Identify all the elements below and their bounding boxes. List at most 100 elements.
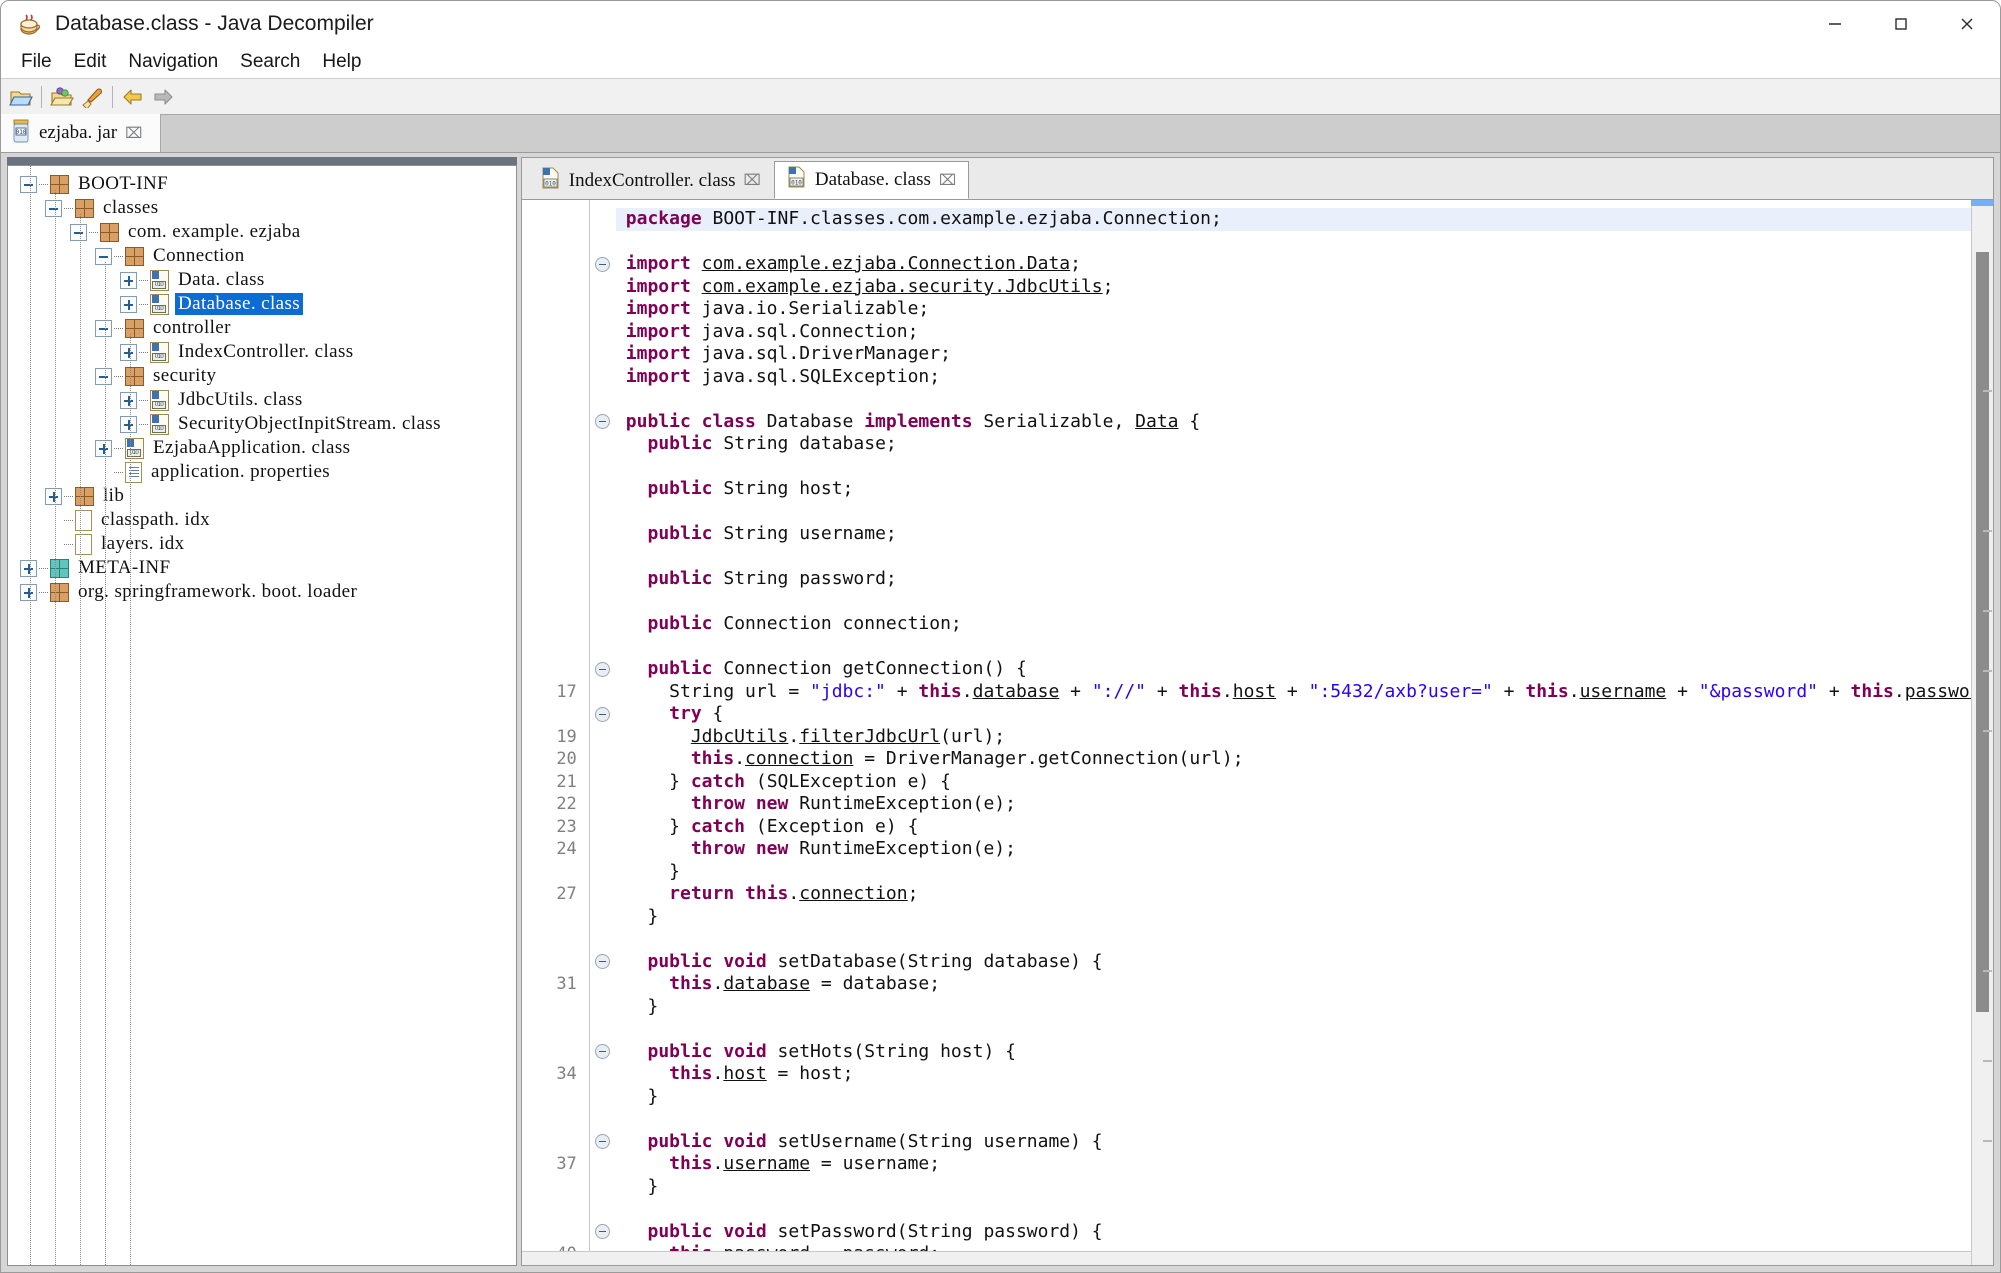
tree-node-lib[interactable]: lib	[8, 484, 516, 508]
open-file-icon[interactable]	[6, 82, 36, 112]
vertical-scrollbar[interactable]	[1971, 200, 1993, 1265]
tree-node-classpath-idx[interactable]: classpath. idx	[8, 508, 516, 532]
tree-node-classes[interactable]: classes	[8, 196, 516, 220]
fold-collapse-icon[interactable]	[590, 1131, 616, 1154]
tree-node-ezjabaapplication-class[interactable]: 010 EzjabaApplication. class	[8, 436, 516, 460]
code-line[interactable]	[616, 1198, 1993, 1221]
tree-node-com-example-ezjaba[interactable]: com. example. ezjaba	[8, 220, 516, 244]
code-line[interactable]: import java.sql.SQLException;	[616, 366, 1993, 389]
code-line[interactable]: this.username = username;	[616, 1153, 1993, 1176]
tree-expand-icon[interactable]	[20, 559, 37, 577]
tree-node-database-class[interactable]: 010 Database. class	[8, 292, 516, 316]
fold-collapse-icon[interactable]	[590, 411, 616, 434]
tree-node-indexcontroller-class[interactable]: 010 IndexController. class	[8, 340, 516, 364]
menu-item-search[interactable]: Search	[229, 49, 311, 75]
wand-icon[interactable]	[77, 82, 107, 112]
tree-node-security[interactable]: security	[8, 364, 516, 388]
code-line[interactable]: } catch (Exception e) {	[616, 816, 1993, 839]
menu-item-file[interactable]: File	[10, 49, 63, 75]
code-line[interactable]: import java.sql.Connection;	[616, 321, 1993, 344]
code-line[interactable]: public void setUsername(String username)…	[616, 1131, 1993, 1154]
code-line[interactable]	[616, 388, 1993, 411]
horizontal-scrollbar[interactable]	[521, 1251, 1971, 1265]
code-line[interactable]	[616, 231, 1993, 254]
code-line[interactable]: public String password;	[616, 568, 1993, 591]
tree-collapse-icon[interactable]	[95, 367, 112, 385]
code-line[interactable]: import com.example.ezjaba.security.JdbcU…	[616, 276, 1993, 299]
code-line[interactable]	[616, 501, 1993, 524]
minimize-button[interactable]	[1802, 1, 1868, 46]
tree-collapse-icon[interactable]	[95, 319, 112, 337]
vertical-scrollbar-thumb[interactable]	[1976, 252, 1989, 1012]
menu-item-navigation[interactable]: Navigation	[117, 49, 229, 75]
forward-arrow-icon[interactable]	[148, 82, 178, 112]
tree-expand-icon[interactable]	[120, 271, 137, 289]
editor-tab-close-icon[interactable]: ⌧	[939, 171, 956, 190]
code-line[interactable]: public void setPassword(String password)…	[616, 1221, 1993, 1244]
editor-tab-database-class[interactable]: 010 Database. class ⌧	[773, 161, 970, 199]
code-line[interactable]: this.connection = DriverManager.getConne…	[616, 748, 1993, 771]
tree-collapse-icon[interactable]	[95, 247, 112, 265]
code-line[interactable]	[616, 1018, 1993, 1041]
code-line[interactable]: import com.example.ezjaba.Connection.Dat…	[616, 253, 1993, 276]
tree-collapse-icon[interactable]	[70, 223, 87, 241]
code-line[interactable]: }	[616, 1176, 1993, 1199]
tree-node-jdbcutils-class[interactable]: 010 JdbcUtils. class	[8, 388, 516, 412]
code-line[interactable]: return this.connection;	[616, 883, 1993, 906]
fold-collapse-icon[interactable]	[590, 1041, 616, 1064]
maximize-button[interactable]	[1868, 1, 1934, 46]
jar-tab-close-icon[interactable]: ⌧	[125, 124, 142, 142]
code-line[interactable]	[616, 591, 1993, 614]
code-line[interactable]: public String username;	[616, 523, 1993, 546]
code-line[interactable]: public Connection getConnection() {	[616, 658, 1993, 681]
fold-collapse-icon[interactable]	[590, 253, 616, 276]
editor-tab-indexcontroller-class[interactable]: 010 IndexController. class ⌧	[527, 161, 774, 199]
code-line[interactable]: import java.io.Serializable;	[616, 298, 1993, 321]
code-line[interactable]	[616, 928, 1993, 951]
code-line[interactable]: throw new RuntimeException(e);	[616, 793, 1993, 816]
editor-tab-close-icon[interactable]: ⌧	[744, 171, 761, 190]
code-line[interactable]: this.host = host;	[616, 1063, 1993, 1086]
fold-collapse-icon[interactable]	[590, 658, 616, 681]
open-recent-icon[interactable]	[47, 82, 77, 112]
menu-item-help[interactable]: Help	[311, 49, 372, 75]
tree-node-meta-inf[interactable]: META-INF	[8, 556, 516, 580]
tree-node-connection[interactable]: Connection	[8, 244, 516, 268]
code-line[interactable]: public void setDatabase(String database)…	[616, 951, 1993, 974]
close-button[interactable]	[1934, 1, 2000, 46]
code-line[interactable]: } catch (SQLException e) {	[616, 771, 1993, 794]
tree-node-boot-inf[interactable]: BOOT-INF	[8, 172, 516, 196]
jar-tab-ezjaba[interactable]: 010 ezjaba. jar ⌧	[1, 114, 161, 152]
back-arrow-icon[interactable]	[118, 82, 148, 112]
code-line[interactable]: }	[616, 1086, 1993, 1109]
jar-tree[interactable]: BOOT-INF classes com. example. ezjaba Conne…	[7, 165, 517, 1266]
tree-node-data-class[interactable]: 010 Data. class	[8, 268, 516, 292]
code-line[interactable]	[616, 456, 1993, 479]
code-line[interactable]: public String host;	[616, 478, 1993, 501]
menu-item-edit[interactable]: Edit	[63, 49, 118, 75]
code-line[interactable]	[616, 546, 1993, 569]
code-area[interactable]: package BOOT-INF.classes.com.example.ezj…	[615, 200, 1993, 1265]
code-line[interactable]: this.database = database;	[616, 973, 1993, 996]
tree-node-org-springframework-boot-loader[interactable]: org. springframework. boot. loader	[8, 580, 516, 604]
fold-collapse-icon[interactable]	[590, 1221, 616, 1244]
tree-expand-icon[interactable]	[95, 439, 112, 457]
tree-node-controller[interactable]: controller	[8, 316, 516, 340]
code-line[interactable]: package BOOT-INF.classes.com.example.ezj…	[615, 208, 1993, 231]
tree-expand-icon[interactable]	[45, 487, 62, 505]
tree-expand-icon[interactable]	[120, 415, 137, 433]
code-line[interactable]: public Connection connection;	[616, 613, 1993, 636]
code-line[interactable]: }	[616, 906, 1993, 929]
fold-collapse-icon[interactable]	[590, 951, 616, 974]
tree-collapse-icon[interactable]	[45, 199, 62, 217]
code-line[interactable]	[616, 1108, 1993, 1131]
tree-expand-icon[interactable]	[20, 583, 37, 601]
code-line[interactable]: public String database;	[616, 433, 1993, 456]
tree-collapse-icon[interactable]	[20, 175, 37, 193]
code-line[interactable]: }	[616, 861, 1993, 884]
tree-node-application-properties[interactable]: application. properties	[8, 460, 516, 484]
code-line[interactable]	[616, 636, 1993, 659]
code-line[interactable]: public class Database implements Seriali…	[616, 411, 1993, 434]
code-line[interactable]: try {	[616, 703, 1993, 726]
code-line[interactable]: throw new RuntimeException(e);	[616, 838, 1993, 861]
